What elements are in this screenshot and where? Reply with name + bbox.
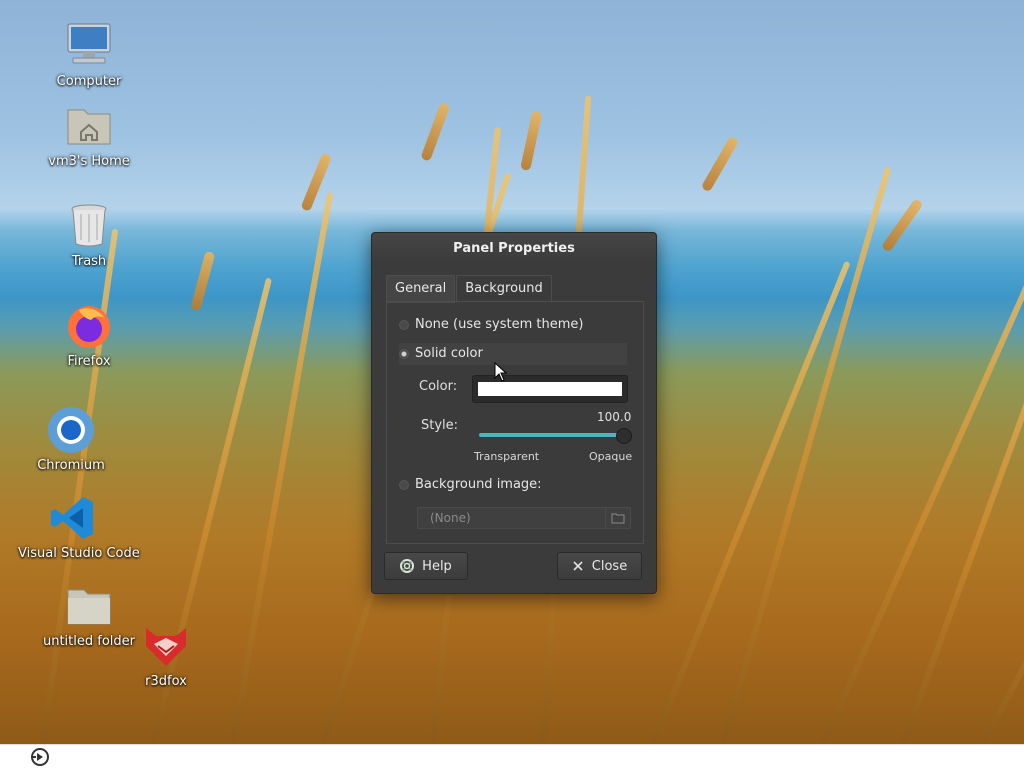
opaque-label: Opaque <box>589 450 633 463</box>
grass-decoration <box>230 191 334 744</box>
chromium-icon <box>47 406 95 454</box>
transparent-label: Transparent <box>474 450 540 463</box>
desktop-icon-label: Computer <box>56 74 122 89</box>
slider-fill <box>479 433 623 437</box>
desktop-icon-computer[interactable]: Computer <box>34 22 144 89</box>
desktop-icon-r3dfox[interactable]: r3dfox <box>111 622 221 689</box>
color-label: Color: <box>419 379 458 394</box>
radio-image-label: Background image: <box>415 477 542 492</box>
style-label: Style: <box>421 418 459 433</box>
folder-browse-icon[interactable] <box>605 508 630 528</box>
grass-decoration <box>900 273 1024 744</box>
tab-bar: General Background <box>386 275 553 303</box>
slider-handle[interactable] <box>616 428 632 444</box>
grass-seed-decoration <box>420 101 451 162</box>
desktop-icon-label: vm3's Home <box>48 154 130 169</box>
radio-solid-label: Solid color <box>415 346 483 361</box>
help-button[interactable]: Help <box>384 552 468 580</box>
help-label: Help <box>422 558 452 574</box>
grass-decoration <box>720 166 892 744</box>
radio-background-image[interactable]: Background image: <box>399 474 542 496</box>
taskbar <box>0 744 1024 769</box>
grass-seed-decoration <box>190 250 216 312</box>
grass-seed-decoration <box>700 135 740 193</box>
panel-properties-dialog: Panel Properties General Background None… <box>371 232 657 594</box>
background-image-chooser[interactable]: (None) <box>417 507 631 529</box>
radio-none-label: None (use system theme) <box>415 317 584 332</box>
desktop-icon-chromium[interactable]: Chromium <box>16 406 126 473</box>
r3dfox-icon <box>142 622 190 670</box>
app-menu-icon[interactable] <box>28 745 52 769</box>
firefox-icon <box>65 302 113 350</box>
vscode-icon <box>49 494 97 542</box>
home-folder-icon <box>65 102 113 150</box>
tab-background[interactable]: Background <box>456 275 552 303</box>
trash-icon <box>65 202 113 250</box>
radio-indicator <box>399 480 409 490</box>
desktop-icon-label: r3dfox <box>145 674 187 689</box>
desktop-icon-label: Trash <box>71 254 107 269</box>
close-label: Close <box>591 558 628 574</box>
desktop-icon-label: Chromium <box>37 458 105 473</box>
tab-general[interactable]: General <box>386 275 456 303</box>
help-icon <box>400 559 415 573</box>
style-value: 100.0 <box>597 410 632 424</box>
close-icon <box>572 560 584 572</box>
radio-indicator <box>399 349 409 359</box>
grass-decoration <box>650 260 851 744</box>
desktop-icon-firefox[interactable]: Firefox <box>34 302 144 369</box>
grass-seed-decoration <box>520 110 543 172</box>
desktop-icon-home[interactable]: vm3's Home <box>34 102 144 169</box>
computer-icon <box>65 22 113 70</box>
desktop-icon-label: Visual Studio Code <box>18 546 140 561</box>
radio-solid-color[interactable]: Solid color <box>399 343 627 365</box>
desktop-icon-trash[interactable]: Trash <box>34 202 144 269</box>
mouse-pointer-icon <box>494 361 508 386</box>
radio-none[interactable]: None (use system theme) <box>399 314 583 336</box>
style-slider[interactable] <box>479 428 632 444</box>
radio-indicator <box>399 320 409 330</box>
desktop-icon-label: Firefox <box>67 354 111 369</box>
grass-decoration <box>980 336 1024 744</box>
close-button[interactable]: Close <box>557 552 642 580</box>
folder-icon <box>65 582 113 630</box>
grass-seed-decoration <box>880 197 924 253</box>
image-chooser-value: (None) <box>430 511 471 525</box>
background-tab-panel: None (use system theme) Solid color Colo… <box>386 301 644 544</box>
desktop-icon-vscode[interactable]: Visual Studio Code <box>18 494 140 561</box>
dialog-title[interactable]: Panel Properties <box>372 233 656 265</box>
